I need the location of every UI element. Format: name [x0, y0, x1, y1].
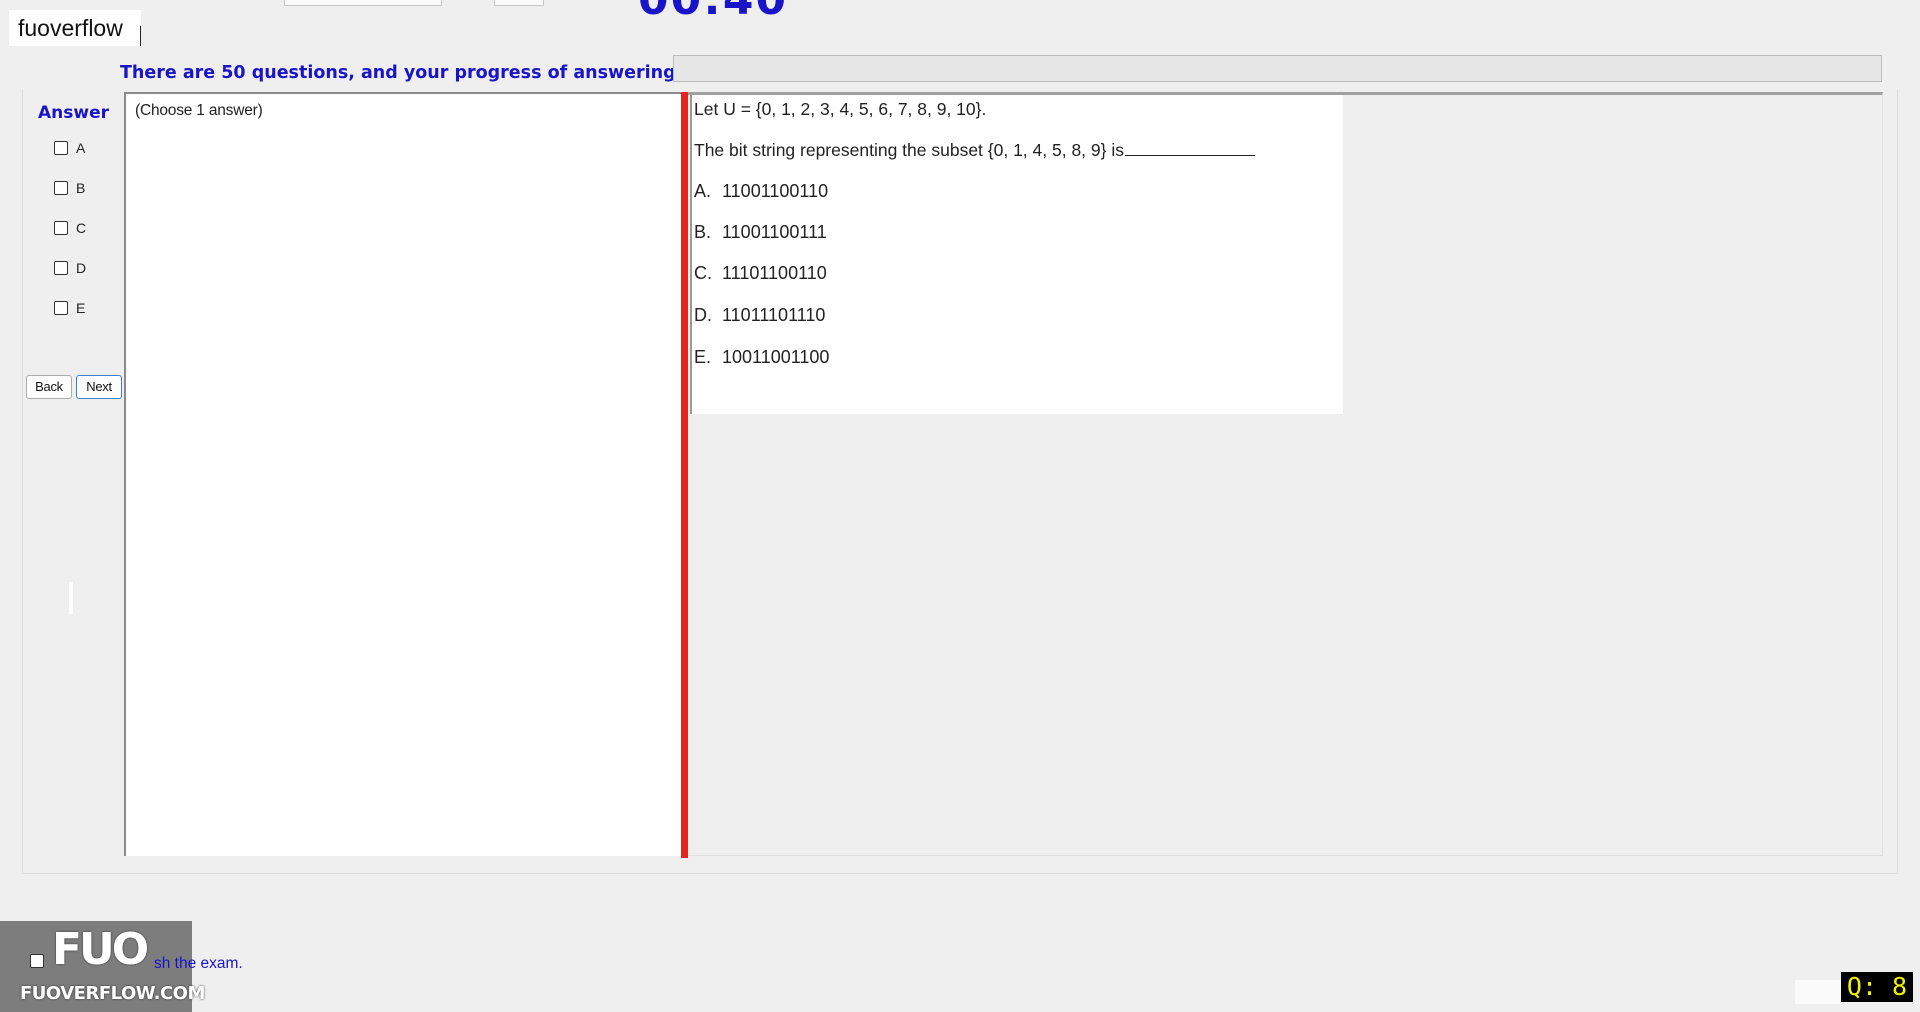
fuo-logo-text: FUOVERFLOW.COM [20, 983, 205, 1004]
answer-option-label: C [76, 220, 87, 236]
answer-option-label: E [76, 300, 86, 316]
answer-option-label: B [76, 180, 86, 196]
question-choice: A. 11001100110 [694, 181, 828, 202]
answer-option-c[interactable]: C [54, 219, 86, 237]
progress-bar [673, 55, 1882, 82]
finish-checkbox[interactable] [30, 954, 44, 968]
choice-letter: E. [694, 347, 712, 367]
answer-panel[interactable] [124, 92, 681, 856]
answer-option-d[interactable]: D [54, 259, 86, 277]
answer-checkbox-a[interactable] [54, 141, 68, 155]
answer-checkbox-c[interactable] [54, 221, 68, 235]
question-prompt-text: The bit string representing the subset {… [694, 140, 1124, 160]
text-caret [140, 26, 141, 46]
progress-label: There are 50 questions, and your progres… [120, 63, 699, 83]
choice-text: 10011001100 [722, 347, 830, 367]
answer-option-a[interactable]: A [54, 139, 85, 157]
question-choice: C. 11101100110 [694, 263, 827, 284]
question-choice: B. 11001100111 [694, 222, 827, 243]
answer-checkbox-b[interactable] [54, 181, 68, 195]
finish-label: sh the exam. [154, 955, 243, 972]
top-combo-box[interactable] [284, 0, 442, 6]
question-choice: E. 10011001100 [694, 347, 829, 368]
answer-option-label: D [76, 260, 87, 276]
question-counter: Q: 8 [1841, 972, 1913, 1002]
answer-title: Answer [38, 103, 109, 123]
choice-letter: D. [694, 305, 712, 325]
answer-option-e[interactable]: E [54, 299, 85, 317]
answer-option-label: A [76, 140, 86, 156]
next-button[interactable]: Next [76, 375, 122, 399]
counter-background [1795, 980, 1841, 1004]
side-marker [69, 582, 73, 614]
choice-letter: B. [694, 222, 712, 242]
choice-letter: A. [694, 181, 712, 201]
top-small-button[interactable] [494, 0, 544, 6]
watermark-label: fuoverflow [9, 10, 141, 46]
question-prompt: The bit string representing the subset {… [694, 140, 1255, 161]
back-button[interactable]: Back [26, 375, 72, 399]
choice-text: 11011101110 [722, 305, 826, 325]
panel-splitter[interactable] [681, 92, 688, 858]
question-choice: D. 11011101110 [694, 305, 825, 326]
choose-hint: (Choose 1 answer) [135, 102, 263, 119]
choice-letter: C. [694, 263, 712, 283]
exam-timer: 00:40 [638, 0, 788, 25]
choice-text: 11101100110 [722, 263, 827, 283]
answer-option-b[interactable]: B [54, 179, 85, 197]
answer-checkbox-e[interactable] [54, 301, 68, 315]
answer-blank [1124, 154, 1255, 156]
fuo-logo-mark: FUO [52, 924, 149, 975]
choice-text: 11001100110 [722, 181, 829, 201]
question-universe: Let U = {0, 1, 2, 3, 4, 5, 6, 7, 8, 9, 1… [694, 99, 987, 119]
answer-checkbox-d[interactable] [54, 261, 68, 275]
choice-text: 11001100111 [722, 222, 827, 242]
